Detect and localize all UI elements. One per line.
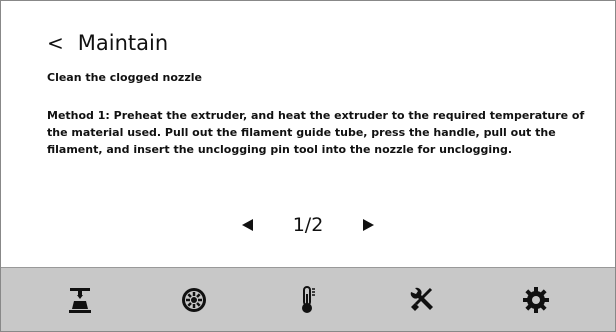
page-title: Maintain: [77, 31, 169, 55]
page-indicator: 1/2: [292, 214, 324, 236]
nav-print[interactable]: [50, 276, 110, 324]
prev-page-button[interactable]: [239, 216, 257, 234]
thermometer-icon: [302, 285, 315, 313]
pager: 1/2: [1, 214, 615, 236]
section-subtitle: Clean the clogged nozzle: [47, 71, 202, 84]
triangle-left-icon: [242, 219, 253, 231]
triangle-right-icon: [363, 219, 374, 231]
method-text: Method 1: Preheat the extruder, and heat…: [47, 109, 585, 156]
tools-icon: [410, 287, 433, 311]
bottom-navbar: [1, 267, 615, 331]
nav-settings[interactable]: [506, 276, 566, 324]
back-button[interactable]: <: [47, 33, 64, 53]
gear-icon: [523, 286, 549, 313]
maintain-screen: < Maintain Clean the clogged nozzle Meth…: [0, 0, 616, 332]
print-icon: [69, 287, 91, 313]
nav-tools[interactable]: [392, 276, 452, 324]
nav-temperature[interactable]: [278, 276, 338, 324]
nav-filament[interactable]: [164, 276, 224, 324]
next-page-button[interactable]: [359, 216, 377, 234]
filament-spool-icon: [182, 287, 206, 312]
header: < Maintain: [47, 31, 168, 55]
